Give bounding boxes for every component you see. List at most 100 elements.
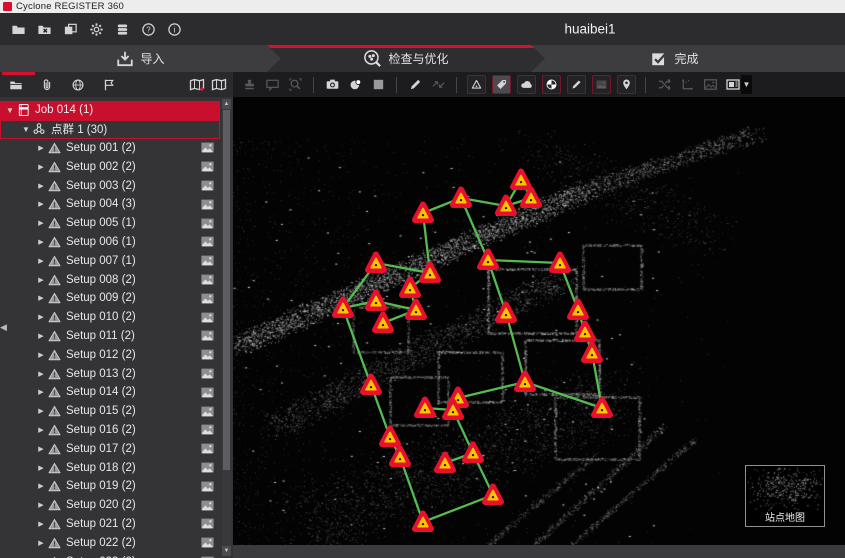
setup-marker[interactable] [584, 345, 600, 364]
storage-button[interactable] [111, 18, 133, 40]
toggle-labels-button[interactable] [492, 75, 511, 94]
setup-marker[interactable] [402, 280, 418, 299]
setup-thumbnail-icon[interactable] [201, 293, 214, 304]
expand-icon[interactable]: ▶ [36, 539, 46, 547]
tree-item-cluster[interactable]: ▼ 点群 1 (30) [0, 120, 220, 139]
expand-icon[interactable]: ▶ [36, 332, 46, 340]
setup-marker[interactable] [368, 293, 384, 312]
toggle-images-button[interactable] [592, 75, 611, 94]
expand-icon[interactable]: ▶ [36, 351, 46, 359]
tree-item-setup[interactable]: ▶Setup 006 (1) [0, 233, 220, 252]
open-project-button[interactable] [7, 18, 29, 40]
workflow-step-review-optimize[interactable]: 检查与优化 [267, 45, 545, 72]
setup-thumbnail-icon[interactable] [201, 236, 214, 247]
close-project-button[interactable] [33, 18, 55, 40]
setup-marker[interactable] [363, 377, 379, 396]
expand-icon[interactable]: ▶ [36, 445, 46, 453]
toggle-basis-button[interactable] [542, 75, 561, 94]
setup-marker[interactable] [368, 255, 384, 274]
site-map-viewport[interactable]: 站点地图 [233, 97, 845, 545]
expand-icon[interactable]: ▶ [36, 388, 46, 396]
setup-marker[interactable] [570, 302, 586, 321]
tree-item-setup[interactable]: ▶Setup 020 (2) [0, 496, 220, 515]
tree-item-setup[interactable]: ▶Setup 021 (2) [0, 515, 220, 534]
image-overlay-button[interactable] [700, 75, 720, 95]
setup-marker[interactable] [523, 190, 539, 209]
scrollbar-thumb[interactable] [223, 110, 230, 470]
setup-marker[interactable] [513, 172, 529, 191]
toggle-annotations-button[interactable] [567, 75, 586, 94]
setup-thumbnail-icon[interactable] [201, 180, 214, 191]
setup-marker[interactable] [465, 445, 481, 464]
expand-icon[interactable]: ▶ [36, 144, 46, 152]
expand-icon[interactable]: ▶ [36, 163, 46, 171]
expand-icon[interactable]: ▶ [36, 520, 46, 528]
bookmarks-tab[interactable] [93, 74, 124, 96]
tree-item-setup[interactable]: ▶Setup 010 (2) [0, 308, 220, 327]
tree-item-setup[interactable]: ▶Setup 005 (1) [0, 214, 220, 233]
tree-item-setup[interactable]: ▶Setup 009 (2) [0, 289, 220, 308]
setup-marker[interactable] [417, 400, 433, 419]
setup-thumbnail-icon[interactable] [201, 518, 214, 529]
expand-icon[interactable]: ▶ [36, 200, 46, 208]
setup-marker[interactable] [382, 429, 398, 448]
minimap[interactable]: 站点地图 [745, 465, 825, 527]
expand-icon[interactable]: ▶ [36, 294, 46, 302]
dropdown-caret-icon[interactable]: ▼ [741, 75, 752, 94]
expand-icon[interactable]: ▶ [36, 482, 46, 490]
tree-item-setup[interactable]: ▶Setup 012 (2) [0, 345, 220, 364]
setup-marker[interactable] [498, 198, 514, 217]
tree-item-setup[interactable]: ▶Setup 014 (2) [0, 383, 220, 402]
setup-marker[interactable] [392, 449, 408, 468]
panel-collapse-icon[interactable]: ◀ [0, 322, 7, 333]
scroll-down-icon[interactable]: ▼ [222, 546, 231, 556]
layout-select-button[interactable]: ▼ [725, 75, 752, 94]
setup-marker[interactable] [485, 487, 501, 506]
tree-item-setup[interactable]: ▶Setup 001 (2) [0, 139, 220, 158]
scroll-up-icon[interactable]: ▲ [222, 99, 231, 109]
tree-item-setup[interactable]: ▶Setup 008 (2) [0, 270, 220, 289]
setup-thumbnail-icon[interactable] [201, 537, 214, 548]
expand-icon[interactable]: ▶ [36, 501, 46, 509]
setup-thumbnail-icon[interactable] [201, 255, 214, 266]
tree-item-setup[interactable]: ▶Setup 022 (2) [0, 533, 220, 552]
expand-icon[interactable]: ▶ [36, 276, 46, 284]
tree-item-job[interactable]: ▼ Job 014 (1) [0, 101, 220, 120]
color-mode-button[interactable] [345, 75, 365, 95]
expand-icon[interactable]: ▶ [36, 238, 46, 246]
setup-marker[interactable] [480, 252, 496, 271]
setup-thumbnail-icon[interactable] [201, 349, 214, 360]
visual-align-button[interactable] [677, 75, 697, 95]
clone-tool-button[interactable] [239, 75, 259, 95]
setup-thumbnail-icon[interactable] [201, 330, 214, 341]
settings-button[interactable] [85, 18, 107, 40]
expand-icon[interactable]: ▶ [36, 407, 46, 415]
setup-thumbnail-icon[interactable] [201, 387, 214, 398]
setup-thumbnail-icon[interactable] [201, 500, 214, 511]
setup-marker[interactable] [577, 324, 593, 343]
collapse-expander-icon[interactable]: ▼ [21, 125, 31, 134]
setup-thumbnail-icon[interactable] [201, 424, 214, 435]
setup-thumbnail-icon[interactable] [201, 161, 214, 172]
expand-icon[interactable]: ▶ [36, 426, 46, 434]
draw-tool-button[interactable] [405, 75, 425, 95]
zoom-window-tool-button[interactable] [285, 75, 305, 95]
setup-thumbnail-icon[interactable] [201, 218, 214, 229]
setup-thumbnail-icon[interactable] [201, 142, 214, 153]
expand-icon[interactable]: ▶ [36, 257, 46, 265]
tree-item-setup[interactable]: ▶Setup 002 (2) [0, 157, 220, 176]
expand-icon[interactable]: ▶ [36, 464, 46, 472]
setup-marker[interactable] [422, 265, 438, 284]
setup-marker[interactable] [408, 302, 424, 321]
setup-marker[interactable] [594, 400, 610, 419]
setup-marker[interactable] [415, 205, 431, 224]
setup-thumbnail-icon[interactable] [201, 462, 214, 473]
tree-item-setup[interactable]: ▶Setup 017 (2) [0, 439, 220, 458]
project-explorer-tab[interactable] [0, 74, 31, 96]
setup-thumbnail-icon[interactable] [201, 274, 214, 285]
setup-thumbnail-icon[interactable] [201, 312, 214, 323]
web-tab[interactable] [62, 74, 93, 96]
expand-icon[interactable]: ▶ [36, 219, 46, 227]
collapse-expander-icon[interactable]: ▼ [5, 106, 15, 115]
open-sitemap-button[interactable] [209, 75, 229, 95]
